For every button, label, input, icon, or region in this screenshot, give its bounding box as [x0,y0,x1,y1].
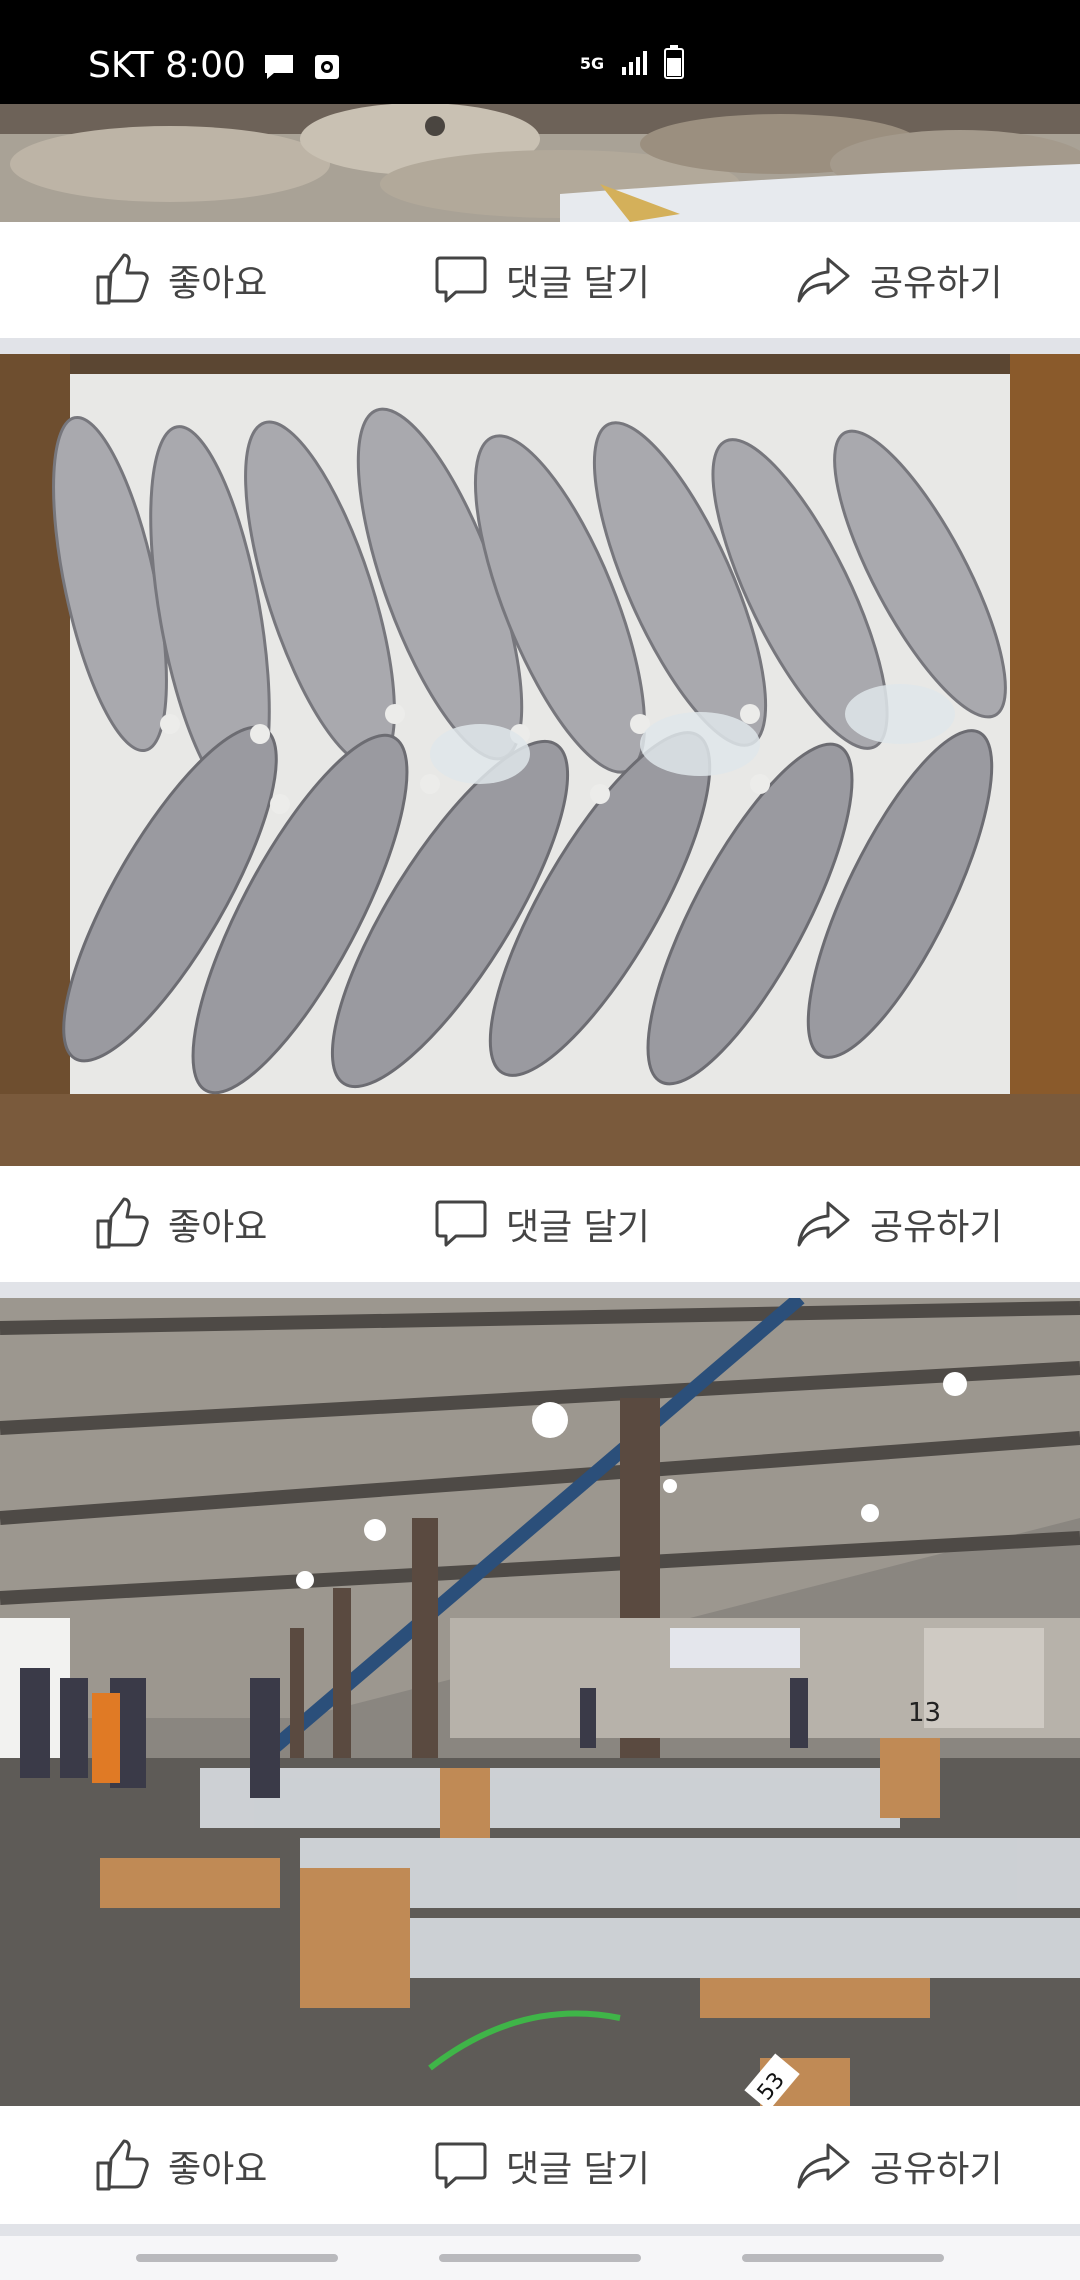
post-separator [0,2224,1080,2236]
like-label: 좋아요 [168,263,268,304]
post-photo-2[interactable] [0,354,1080,1166]
status-bar: SKT 8:00 5G [0,0,1080,104]
home-button[interactable] [439,2254,641,2262]
comment-label: 댓글 달기 [506,263,650,304]
like-button[interactable]: 좋아요 [94,222,267,338]
carrier-time: SKT 8:00 [88,44,246,86]
like-label: 좋아요 [168,1207,268,1248]
share-label: 공유하기 [870,1207,1003,1248]
share-button[interactable]: 공유하기 [796,2108,1002,2224]
like-button[interactable]: 좋아요 [94,2108,267,2224]
share-button[interactable]: 공유하기 [796,1166,1002,1282]
comment-label: 댓글 달기 [506,2149,650,2190]
network-badge: 5G [579,54,605,73]
signal-icon [620,47,650,81]
comment-bubble-icon [435,1200,487,1247]
action-bar-2: 좋아요 댓글 달기 공유하기 [0,1166,1080,1282]
post-photo-3[interactable]: 13 53 [0,1298,1080,2106]
battery-icon [664,45,684,83]
comment-label: 댓글 달기 [506,1207,650,1248]
like-button[interactable]: 좋아요 [94,1166,267,1282]
thumbs-up-icon [96,253,149,305]
thumbs-up-icon [96,1197,149,1249]
comment-button[interactable]: 댓글 달기 [434,222,650,338]
comment-button[interactable]: 댓글 달기 [434,1166,650,1282]
post-separator [0,1282,1080,1298]
status-left: SKT 8:00 [88,40,346,90]
share-label: 공유하기 [870,263,1003,304]
recent-apps-button[interactable] [136,2254,338,2262]
market-hall-photo: 13 53 [0,1298,1080,2106]
fish-box-photo [0,354,1080,1166]
share-button[interactable]: 공유하기 [796,222,1002,338]
share-arrow-icon [797,2143,850,2189]
status-right: 5G [578,42,684,86]
comment-bubble-icon [435,256,487,303]
thumbs-up-icon [96,2139,149,2191]
action-bar-1: 좋아요 댓글 달기 공유하기 [0,222,1080,338]
fish-photo-top [0,104,1080,222]
comment-button[interactable]: 댓글 달기 [434,2108,650,2224]
post-separator [0,338,1080,354]
action-bar-3: 좋아요 댓글 달기 공유하기 [0,2108,1080,2224]
comment-bubble-icon [435,2142,487,2189]
back-button[interactable] [742,2254,944,2262]
share-arrow-icon [797,1201,850,1247]
share-arrow-icon [797,257,850,303]
like-label: 좋아요 [168,2149,268,2190]
navigation-bar [0,2236,1080,2280]
post-photo-1[interactable] [0,104,1080,222]
share-label: 공유하기 [870,2149,1003,2190]
screen-record-icon [312,50,346,80]
chat-bubble-icon [262,50,296,80]
stall-number: 13 [908,1698,941,1728]
